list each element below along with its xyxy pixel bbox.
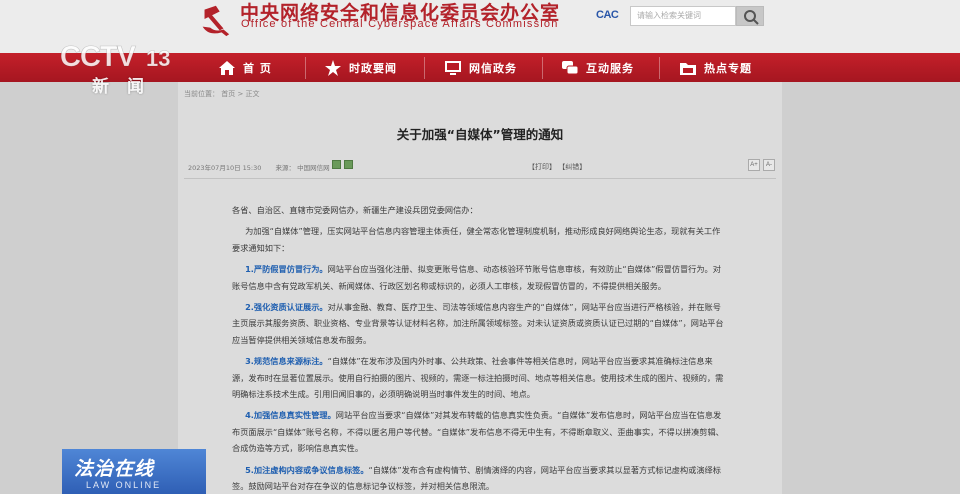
article-page: 当前位置： 首页 > 正文 关于加强“自媒体”管理的通知 2023年07月10日… [178, 82, 782, 494]
nav-divider [305, 57, 306, 79]
svg-text:13: 13 [146, 46, 170, 71]
article-body: 各省、自治区、直辖市党委网信办，新疆生产建设兵团党委网信办： 为加强“自媒体”管… [232, 202, 726, 494]
program-name-en: LAW ONLINE [86, 480, 162, 490]
cac-logo[interactable]: CAC [596, 9, 628, 23]
nav-label: 首 页 [243, 61, 272, 75]
nav-item-news[interactable]: 时政要闻 [324, 53, 397, 82]
nav-label: 时政要闻 [349, 61, 397, 75]
font-larger-button[interactable]: A+ [748, 159, 760, 171]
nav-item-topics[interactable]: 热点专题 [679, 53, 752, 82]
article-item: 4.加强信息真实性管理。网站平台应当要求“自媒体”对其发布转载的信息真实性负责。… [232, 407, 726, 456]
article-meta: 2023年07月10日 15:30 来源： 中国网信网 [188, 162, 330, 172]
search-icon [744, 10, 759, 25]
folder-icon [680, 62, 696, 75]
nav-divider [542, 57, 543, 79]
title-divider [184, 178, 776, 179]
wechat-share-icon[interactable] [332, 160, 341, 169]
nav-item-affairs[interactable]: 网信政务 [444, 53, 517, 82]
article-item: 3.规范信息来源标注。“自媒体”在发布涉及国内外时事、公共政策、社会事件等相关信… [232, 353, 726, 402]
intro-paragraph: 为加强“自媒体”管理，压实网站平台信息内容管理主体责任，健全常态化管理制度机制，… [232, 226, 721, 253]
article-item: 2.强化资质认证展示。对从事金融、教育、医疗卫生、司法等领域信息内容生产的“自媒… [232, 299, 726, 348]
item-heading: 4.加强信息真实性管理。 [245, 410, 336, 421]
chat-icon [562, 60, 579, 74]
search-button[interactable] [736, 6, 764, 26]
salutation: 各省、自治区、直辖市党委网信办，新疆生产建设兵团党委网信办： [232, 205, 478, 215]
nav-divider [424, 57, 425, 79]
program-logo: 法治在线 LAW ONLINE [62, 449, 206, 494]
breadcrumb[interactable]: 当前位置： 首页 > 正文 [184, 89, 260, 99]
search-input[interactable]: 请输入检索关键词 [630, 6, 736, 26]
article-title: 关于加强“自媒体”管理的通知 [396, 127, 564, 142]
news-channel-label: 新闻 [92, 77, 162, 97]
nav-label: 网信政务 [469, 61, 517, 75]
svg-text:CCTV: CCTV [60, 41, 137, 73]
nav-label: 互动服务 [586, 61, 634, 75]
nav-divider [659, 57, 660, 79]
star-icon [325, 59, 341, 76]
article-item: 5.加注虚构内容或争议信息标签。“自媒体”发布含有虚构情节、剧情演绎的内容，网站… [232, 462, 726, 494]
article-item: 1.严防假冒仿冒行为。网站平台应当强化注册、拟变更账号信息、动态核验环节账号信息… [232, 261, 726, 294]
item-heading: 5.加注虚构内容或争议信息标签。 [245, 464, 369, 475]
publish-date: 2023年07月10日 15:30 [188, 164, 262, 172]
print-correct-links[interactable]: 【打印】 【纠错】 [528, 162, 586, 172]
program-name-cn: 法治在线 [74, 458, 155, 480]
article-source: 来源： 中国网信网 [275, 164, 330, 172]
org-name-en[interactable]: Office of the Central Cyberspace Affairs… [241, 18, 559, 30]
item-heading: 3.规范信息来源标注。 [245, 356, 328, 367]
weibo-share-icon[interactable] [344, 160, 353, 169]
item-heading: 2.强化资质认证展示。 [245, 302, 328, 313]
monitor-icon [445, 60, 461, 75]
party-emblem-icon [202, 5, 230, 37]
nav-item-home[interactable]: 首 页 [218, 53, 272, 82]
item-heading: 1.严防假冒仿冒行为。 [245, 264, 328, 275]
home-icon [219, 60, 235, 75]
nav-label: 热点专题 [704, 61, 752, 75]
share-icons [332, 160, 353, 169]
font-smaller-button[interactable]: A- [763, 159, 775, 171]
nav-item-service[interactable]: 互动服务 [561, 53, 634, 82]
